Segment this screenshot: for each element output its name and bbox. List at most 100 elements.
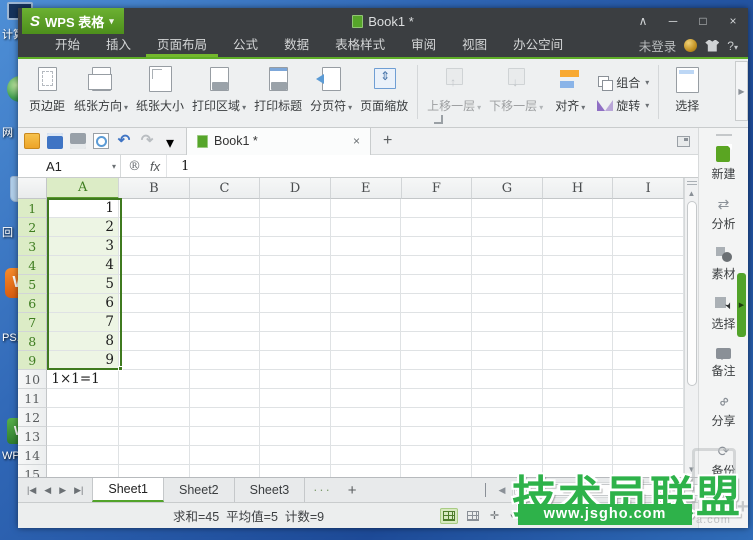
sidebar-drag-handle[interactable] (715, 134, 732, 136)
formula-input[interactable]: 1 (166, 155, 698, 177)
cell-F9[interactable] (401, 351, 473, 370)
cell-B13[interactable] (118, 427, 190, 446)
cell-H15[interactable] (543, 465, 614, 477)
next-sheet-button[interactable]: ▶ (56, 485, 69, 496)
cell-F7[interactable] (401, 313, 473, 332)
cell-F14[interactable] (401, 446, 473, 465)
cell-A9[interactable]: 9 (47, 351, 119, 370)
cell-I5[interactable] (613, 275, 684, 294)
sheet-tab-sheet3[interactable]: Sheet3 (235, 478, 306, 502)
wps-app-menu-button[interactable]: S WPS 表格 ▾ (22, 8, 124, 34)
name-box[interactable]: A1 ▾ (18, 155, 121, 177)
column-header-F[interactable]: F (401, 178, 473, 199)
cell-D7[interactable] (260, 313, 331, 332)
cell-C5[interactable] (189, 275, 261, 294)
cell-B9[interactable] (118, 351, 190, 370)
cell-I15[interactable] (613, 465, 684, 477)
scroll-up-icon[interactable]: ▲ (688, 189, 696, 198)
cell-G6[interactable] (472, 294, 543, 313)
print-icon[interactable] (70, 133, 86, 149)
cell-E1[interactable] (330, 199, 402, 218)
row-header-5[interactable]: 5 (18, 275, 48, 294)
cell-A2[interactable]: 2 (47, 218, 119, 237)
vertical-scrollbar[interactable]: ▲ ▼ (684, 178, 698, 477)
ribbon-button-selection-pane[interactable]: 选择 (664, 61, 710, 127)
zoom-slider[interactable]: − + (565, 509, 682, 523)
sidebar-item-new-doc[interactable]: 新建 (711, 144, 736, 182)
sheet-tab-sheet2[interactable]: Sheet2 (164, 478, 235, 502)
cell-H1[interactable] (542, 199, 614, 218)
column-header-E[interactable]: E (330, 178, 402, 199)
cell-H13[interactable] (542, 427, 614, 446)
cell-E6[interactable] (330, 294, 402, 313)
undo-icon[interactable]: ↶ (116, 133, 132, 149)
cell-G2[interactable] (472, 218, 543, 237)
row-header-6[interactable]: 6 (18, 294, 48, 313)
zoom-in-button[interactable]: + (675, 509, 682, 523)
cell-A13[interactable] (47, 427, 119, 446)
menu-tab-3[interactable]: 页面布局 (144, 34, 220, 57)
cell-B12[interactable] (118, 408, 190, 427)
cell-I1[interactable] (613, 199, 684, 218)
add-sheet-button[interactable]: + (340, 478, 365, 502)
cell-E12[interactable] (330, 408, 402, 427)
row-header-7[interactable]: 7 (18, 313, 48, 332)
cell-B11[interactable] (118, 389, 190, 408)
cell-D12[interactable] (260, 408, 331, 427)
cell-F12[interactable] (401, 408, 473, 427)
cell-F2[interactable] (401, 218, 473, 237)
cell-B2[interactable] (118, 218, 190, 237)
cell-G5[interactable] (472, 275, 543, 294)
prev-sheet-button[interactable]: ◀ (41, 485, 54, 496)
cell-E15[interactable] (331, 465, 402, 477)
cell-E3[interactable] (330, 237, 402, 256)
cell-D15[interactable] (260, 465, 331, 477)
ribbon-expand-button[interactable]: ▶ (735, 61, 748, 121)
cell-A5[interactable]: 5 (47, 275, 119, 294)
ribbon-button-page-margins[interactable]: 页边距 (24, 61, 70, 127)
menu-tab-8[interactable]: 视图 (449, 34, 500, 57)
column-header-B[interactable]: B (119, 178, 190, 199)
cell-A14[interactable] (47, 446, 119, 465)
cell-A15[interactable] (47, 465, 119, 477)
first-sheet-button[interactable]: |◀ (24, 485, 39, 496)
cell-C9[interactable] (189, 351, 261, 370)
cell-G9[interactable] (472, 351, 543, 370)
login-status[interactable]: 未登录 (639, 36, 677, 55)
cell-D8[interactable] (260, 332, 331, 351)
menu-tab-2[interactable]: 插入 (93, 34, 144, 57)
scroll-down-icon[interactable]: ▼ (688, 465, 696, 474)
cell-I8[interactable] (613, 332, 684, 351)
cell-C13[interactable] (189, 427, 261, 446)
split-handle[interactable] (686, 181, 697, 185)
custom-view-button[interactable]: ▾ (487, 507, 514, 524)
menu-tab-9[interactable]: 办公空间 (500, 34, 576, 57)
cell-B15[interactable] (119, 465, 190, 477)
row-header-11[interactable]: 11 (18, 389, 48, 408)
cell-D1[interactable] (260, 199, 331, 218)
new-document-tab-button[interactable]: + (371, 132, 404, 150)
cell-H10[interactable] (542, 370, 614, 389)
cell-H9[interactable] (542, 351, 614, 370)
column-header-G[interactable]: G (472, 178, 543, 199)
cell-F10[interactable] (401, 370, 473, 389)
column-header-I[interactable]: I (613, 178, 684, 199)
toolbar-layout-icon[interactable] (677, 135, 690, 147)
page-setup-dialog-launcher[interactable] (434, 115, 443, 124)
maximize-button[interactable]: □ (688, 8, 718, 34)
cell-G7[interactable] (472, 313, 543, 332)
cell-D9[interactable] (260, 351, 331, 370)
cell-H5[interactable] (542, 275, 614, 294)
cell-I12[interactable] (613, 408, 684, 427)
menu-tab-7[interactable]: 审阅 (398, 34, 449, 57)
document-tab[interactable]: Book1 * × (186, 127, 371, 155)
cell-F3[interactable] (401, 237, 473, 256)
sidebar-item-analysis[interactable]: ⇄ 分析 (711, 196, 735, 232)
cell-A10[interactable]: 1×1=1 (47, 370, 119, 389)
cell-B1[interactable] (118, 199, 190, 218)
cell-F11[interactable] (401, 389, 473, 408)
cell-C12[interactable] (189, 408, 261, 427)
select-all-corner[interactable] (18, 178, 48, 199)
cell-F1[interactable] (401, 199, 473, 218)
row-header-8[interactable]: 8 (18, 332, 48, 351)
